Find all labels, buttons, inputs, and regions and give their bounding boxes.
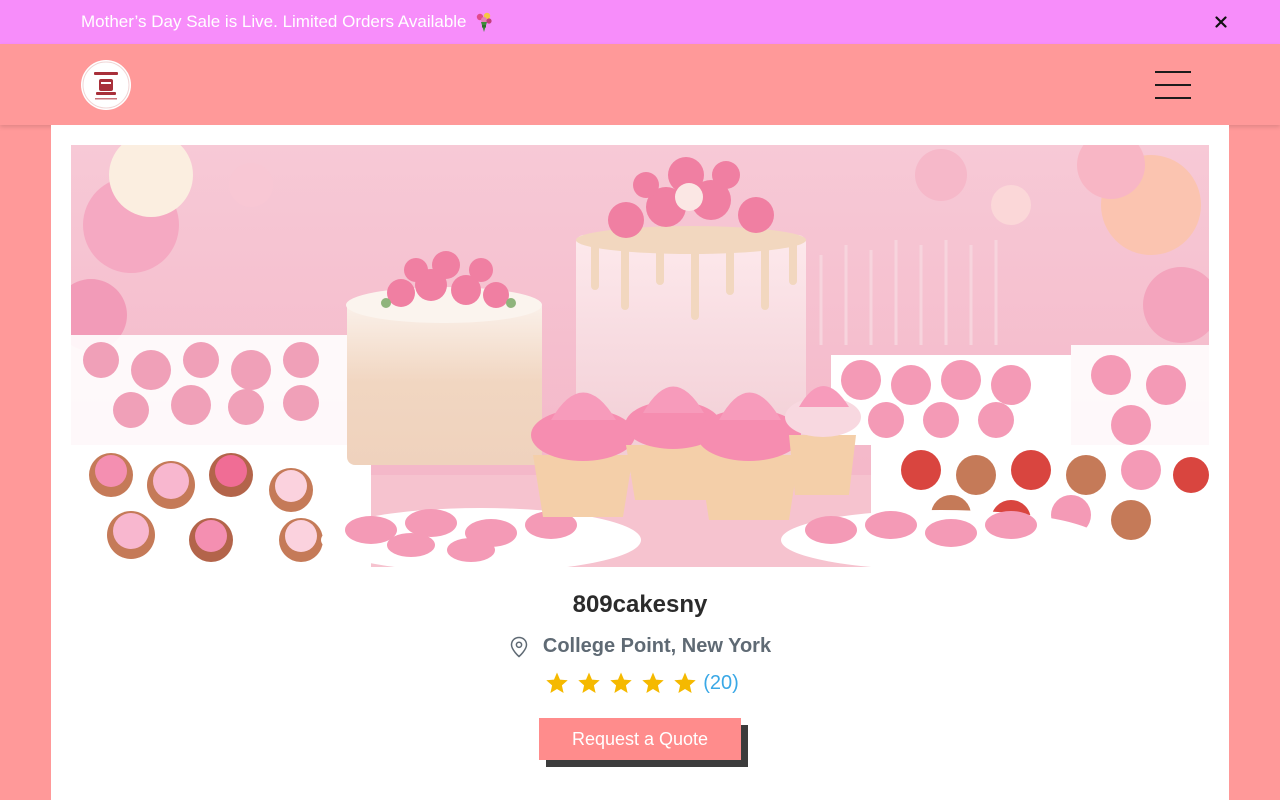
request-quote-wrapper: Request a Quote bbox=[539, 718, 749, 768]
map-pin-icon bbox=[510, 636, 528, 657]
request-quote-button[interactable]: Request a Quote bbox=[539, 718, 741, 760]
star-icon bbox=[546, 672, 568, 693]
star-rating: (20) bbox=[51, 671, 1229, 695]
star-icon bbox=[674, 672, 696, 693]
location-text: College Point, New York bbox=[542, 635, 772, 657]
store-location: College Point, New York bbox=[51, 635, 1229, 658]
star-icon bbox=[642, 672, 664, 693]
review-count-link[interactable]: (20) bbox=[703, 672, 739, 695]
close-icon bbox=[1215, 16, 1227, 28]
store-card: 809cakesny College Point, New York (20) … bbox=[51, 125, 1229, 800]
star-icon bbox=[610, 672, 632, 693]
hero-image bbox=[71, 145, 1209, 567]
site-header bbox=[0, 44, 1280, 125]
close-announcement-button[interactable] bbox=[1210, 11, 1232, 33]
bouquet-icon bbox=[473, 11, 495, 33]
star-icon bbox=[578, 672, 600, 693]
announcement-bar: Mother’s Day Sale is Live. Limited Order… bbox=[0, 0, 1280, 44]
store-name: 809cakesny bbox=[572, 591, 708, 618]
hamburger-menu-icon[interactable] bbox=[1155, 69, 1193, 101]
bakery-logo[interactable] bbox=[81, 60, 131, 110]
announcement-text: Mother’s Day Sale is Live. Limited Order… bbox=[81, 12, 467, 31]
